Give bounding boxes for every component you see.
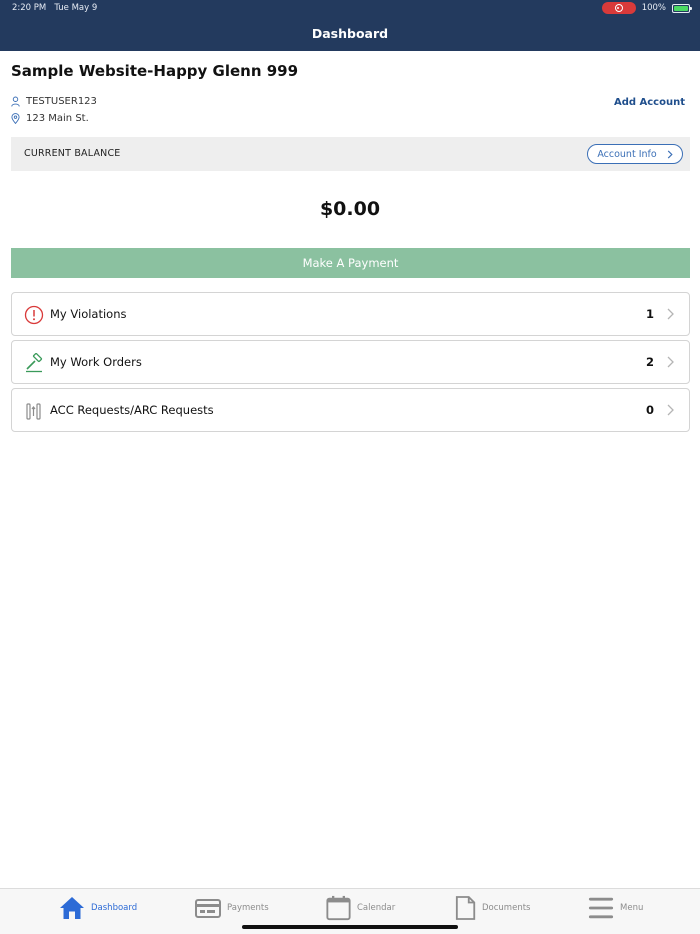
list-item-label: ACC Requests/ARC Requests: [50, 403, 214, 417]
status-right: 100%: [601, 2, 692, 14]
calendar-icon: [326, 895, 351, 921]
list-item-violations[interactable]: My Violations 1: [11, 292, 690, 336]
chevron-right-icon: [667, 404, 674, 416]
balance-amount: $0.00: [319, 198, 381, 220]
status-time-text: 2:20 PM: [12, 3, 47, 13]
tab-label: Payments: [227, 903, 269, 913]
list-item-count: 1: [645, 307, 654, 321]
username-row: TESTUSER123: [11, 96, 97, 107]
home-icon: [60, 897, 84, 919]
chevron-right-icon: [667, 149, 673, 159]
balance-bar: CURRENT BALANCE Account Info: [11, 137, 690, 171]
list-item-label: My Work Orders: [50, 355, 142, 369]
address-row: 123 Main St.: [11, 113, 89, 124]
balance-label: CURRENT BALANCE: [24, 148, 121, 159]
list-item-count: 0: [645, 403, 654, 417]
user-icon: [11, 96, 20, 107]
list-item-count: 2: [645, 355, 654, 369]
location-pin-icon: [11, 113, 20, 124]
screen-recording-icon[interactable]: [601, 2, 636, 14]
tab-label: Menu: [620, 903, 644, 913]
tab-dashboard[interactable]: Dashboard: [58, 892, 137, 924]
status-date-text: Tue May 9: [54, 3, 98, 13]
battery-icon: [672, 3, 692, 13]
tab-label: Documents: [482, 903, 531, 913]
tab-payments[interactable]: Payments: [194, 892, 269, 924]
add-account-link[interactable]: Add Account: [614, 97, 685, 108]
document-icon: [455, 896, 476, 920]
list-item-acc-requests[interactable]: ACC Requests/ARC Requests 0: [11, 388, 690, 432]
make-payment-button[interactable]: Make A Payment: [11, 248, 690, 278]
summary-list: My Violations 1 My Work Orders 2 ACC Req…: [11, 292, 690, 436]
address: 123 Main St.: [26, 113, 89, 124]
list-item-label: My Violations: [50, 307, 127, 321]
battery-percent: 100%: [641, 3, 666, 13]
tab-label: Calendar: [357, 903, 396, 913]
card-icon: [195, 899, 221, 918]
alert-circle-icon: [24, 305, 44, 325]
tools-icon: [26, 403, 41, 420]
site-title: Sample Website-Happy Glenn 999: [11, 62, 299, 80]
chevron-right-icon: [667, 356, 674, 368]
menu-icon: [588, 897, 614, 919]
tab-label: Dashboard: [91, 903, 138, 913]
hammer-icon: [26, 353, 43, 373]
page-title: Dashboard: [311, 26, 389, 41]
status-time: 2:20 PM Tue May 9: [12, 3, 97, 13]
tab-menu[interactable]: Menu: [587, 892, 643, 924]
chevron-right-icon: [667, 308, 674, 320]
account-info-button[interactable]: Account Info: [587, 144, 683, 164]
tab-documents[interactable]: Documents: [455, 892, 530, 924]
top-bar: 2:20 PM Tue May 9 100% Dashboard: [0, 0, 700, 51]
home-indicator: [242, 925, 458, 929]
tab-calendar[interactable]: Calendar: [325, 892, 395, 924]
username: TESTUSER123: [26, 96, 97, 107]
list-item-work-orders[interactable]: My Work Orders 2: [11, 340, 690, 384]
account-info-label: Account Info: [597, 148, 657, 160]
